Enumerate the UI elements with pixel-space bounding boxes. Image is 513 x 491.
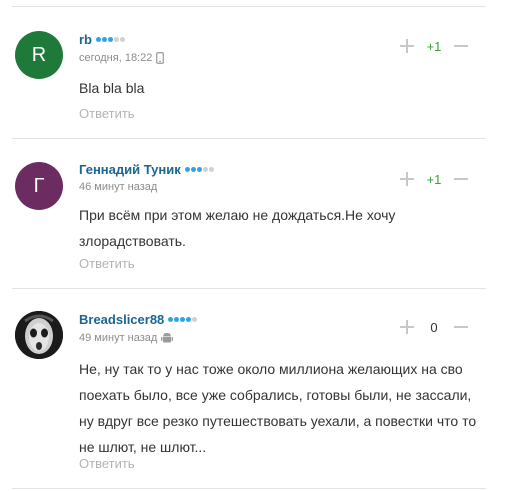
rating-dot (108, 37, 113, 42)
vote-controls: +1 (396, 35, 472, 57)
android-icon (161, 332, 174, 344)
rating-dot (102, 37, 107, 42)
user-rating-dots (168, 317, 198, 322)
vote-score: +1 (426, 38, 442, 54)
comment-time: сегодня, 18:22 (79, 52, 153, 64)
comment-text: При всём при этом желаю не дождаться.Не … (79, 207, 396, 249)
comment-time: 49 минут назад (79, 332, 158, 344)
plus-icon (400, 320, 414, 334)
upvote-button[interactable] (396, 168, 418, 190)
plus-icon (400, 39, 414, 53)
reply-button[interactable]: Ответить (79, 456, 135, 471)
rating-dot (202, 167, 208, 172)
user-rating-dots (184, 167, 214, 172)
avatar[interactable]: Г (15, 162, 63, 210)
avatar[interactable]: R (15, 31, 63, 79)
rating-dot (114, 37, 119, 42)
rating-dot (96, 37, 101, 42)
comment-text: Не, ну так то у нас тоже около миллиона … (79, 361, 477, 455)
minus-icon (454, 45, 468, 47)
rating-dot (184, 167, 190, 172)
upvote-button[interactable] (396, 35, 418, 57)
rating-dot (186, 317, 192, 322)
divider (12, 488, 486, 489)
rating-dot (190, 167, 196, 172)
minus-icon (454, 178, 468, 180)
rating-dot (196, 167, 202, 172)
upvote-button[interactable] (396, 316, 418, 338)
divider (12, 6, 486, 7)
vote-score: +1 (426, 171, 442, 187)
rating-dot (174, 317, 180, 322)
divider (12, 138, 486, 139)
user-rating-dots (96, 37, 125, 42)
author-name[interactable]: Breadslicer88 (79, 312, 164, 327)
rating-dot (192, 317, 198, 322)
vote-controls: +1 (396, 168, 472, 190)
downvote-button[interactable] (450, 168, 472, 190)
comment-time: 46 минут назад (79, 181, 158, 193)
rating-dot (168, 317, 174, 322)
reply-button[interactable]: Ответить (79, 256, 135, 271)
rating-dot (180, 317, 186, 322)
author-name[interactable]: rb (79, 32, 92, 47)
avatar[interactable] (15, 311, 63, 359)
mask-face-icon (15, 311, 63, 359)
phone-icon (156, 52, 165, 64)
rating-dot (120, 37, 125, 42)
vote-score: 0 (430, 319, 438, 335)
comment-text: Bla bla bla (79, 80, 145, 96)
divider (12, 288, 486, 289)
downvote-button[interactable] (450, 35, 472, 57)
downvote-button[interactable] (450, 316, 472, 338)
author-name[interactable]: Геннадий Туник (79, 162, 181, 177)
vote-controls: 0 (396, 316, 472, 338)
reply-button[interactable]: Ответить (79, 106, 135, 121)
minus-icon (454, 326, 468, 328)
rating-dot (208, 167, 214, 172)
plus-icon (400, 172, 414, 186)
